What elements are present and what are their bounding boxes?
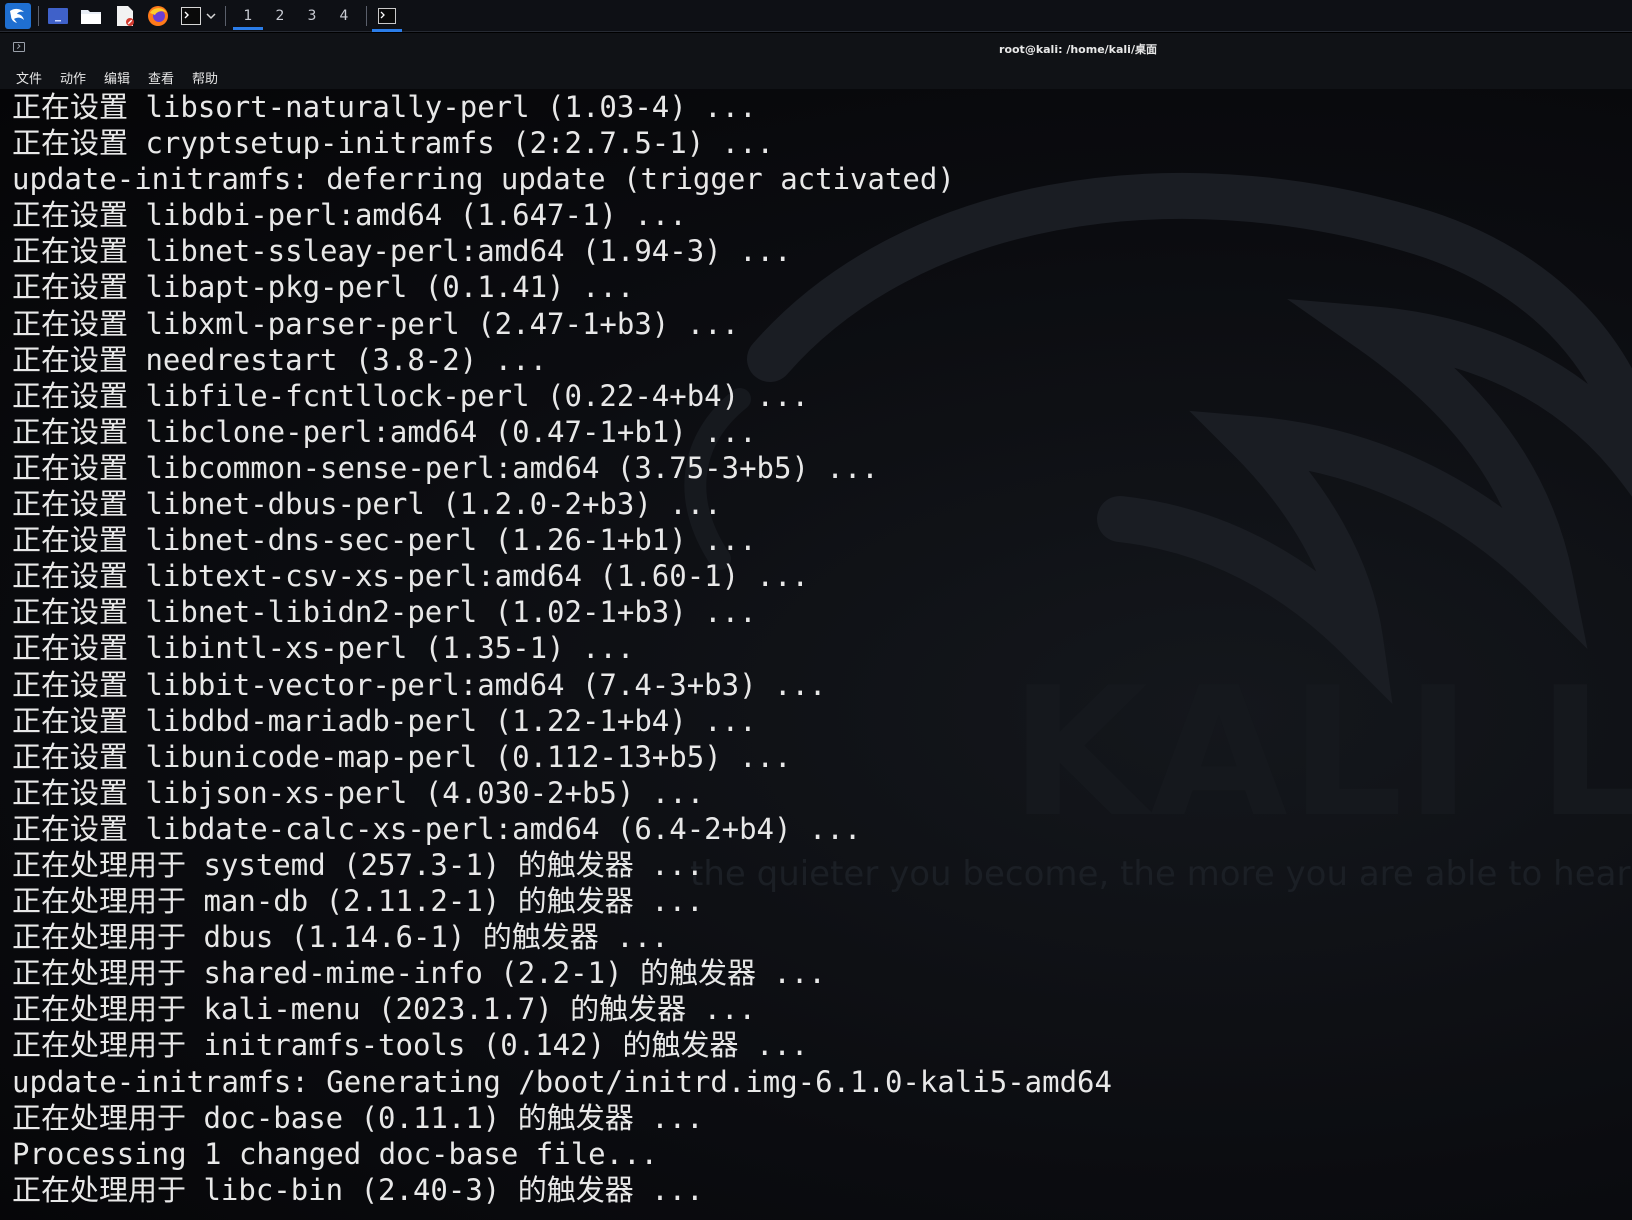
terminal-icon: [181, 7, 201, 25]
text-editor-button[interactable]: [113, 3, 137, 29]
terminal-line: 正在设置 libnet-ssleay-perl:amd64 (1.94-3) .…: [12, 234, 792, 269]
terminal-line: update-initramfs: Generating /boot/initr…: [12, 1064, 1112, 1099]
menu-file[interactable]: 文件: [16, 68, 42, 87]
terminal-launcher-button[interactable]: [180, 3, 202, 29]
terminal-line: 正在处理用于 kali-menu (2023.1.7) 的触发器 ...: [12, 992, 756, 1027]
file-manager-icon: [81, 10, 101, 24]
terminal-line: 正在设置 libnet-libidn2-perl (1.02-1+b3) ...: [12, 595, 757, 630]
menu-bar: 文件 动作 编辑 查看 帮助: [0, 63, 1632, 89]
show-desktop-button[interactable]: [46, 3, 70, 29]
desktop-icon: [48, 8, 68, 24]
terminal-line: 正在设置 libunicode-map-perl (0.112-13+b5) .…: [12, 739, 792, 774]
workspace-4[interactable]: 4: [329, 2, 359, 30]
terminal-line: 正在设置 libcommon-sense-perl:amd64 (3.75-3+…: [12, 450, 879, 485]
firefox-button[interactable]: [146, 3, 170, 29]
menu-view[interactable]: 查看: [148, 68, 174, 87]
menu-actions[interactable]: 动作: [60, 68, 86, 87]
terminal-icon: [378, 8, 396, 24]
terminal-lines: 正在设置 libsort-naturally-perl (1.03-4) ...…: [12, 89, 1112, 1208]
workspace-2[interactable]: 2: [265, 2, 295, 30]
terminal-line: 正在设置 libapt-pkg-perl (0.1.41) ...: [12, 270, 635, 305]
terminal-line: 正在设置 libxml-parser-perl (2.47-1+b3) ...: [12, 306, 740, 341]
terminal-line: 正在设置 libjson-xs-perl (4.030-2+b5) ...: [12, 775, 705, 810]
window-title: root@kali: /home/kali/桌面: [999, 43, 1157, 56]
taskbar: 1 2 3 4: [0, 0, 1632, 32]
terminal-line: 正在处理用于 libc-bin (2.40-3) 的触发器 ...: [12, 1172, 704, 1207]
menu-edit[interactable]: 编辑: [104, 68, 130, 87]
terminal-line: 正在处理用于 man-db (2.11.2-1) 的触发器 ...: [12, 884, 704, 919]
terminal-line: 正在设置 libclone-perl:amd64 (0.47-1+b1) ...: [12, 414, 757, 449]
terminal-line: 正在设置 libdbd-mariadb-perl (1.22-1+b4) ...: [12, 703, 757, 738]
kali-menu-icon: [5, 3, 31, 29]
chevron-down-icon: [206, 13, 216, 20]
terminal-line: update-initramfs: deferring update (trig…: [12, 162, 955, 197]
terminal-line: 正在设置 needrestart (3.8-2) ...: [12, 342, 548, 377]
text-editor-icon: [117, 6, 134, 26]
terminal-line: 正在设置 libnet-dns-sec-perl (1.26-1+b1) ...: [12, 523, 757, 558]
file-manager-button[interactable]: [79, 3, 103, 29]
terminal-line: 正在处理用于 shared-mime-info (2.2-1) 的触发器 ...: [12, 956, 826, 991]
terminal-line: 正在设置 libsort-naturally-perl (1.03-4) ...: [12, 90, 757, 124]
kali-menu-button[interactable]: [4, 3, 32, 29]
terminal-line: 正在设置 libtext-csv-xs-perl:amd64 (1.60-1) …: [12, 559, 809, 594]
terminal-line: 正在设置 libnet-dbus-perl (1.2.0-2+b3) ...: [12, 487, 722, 522]
terminal-line: 正在设置 cryptsetup-initramfs (2:2.7.5-1) ..…: [12, 126, 775, 161]
firefox-icon: [148, 6, 168, 26]
terminal-line: 正在处理用于 dbus (1.14.6-1) 的触发器 ...: [12, 920, 669, 955]
menu-help[interactable]: 帮助: [192, 68, 218, 87]
terminal-line: 正在设置 libintl-xs-perl (1.35-1) ...: [12, 631, 635, 666]
terminal-line: 正在设置 libbit-vector-perl:amd64 (7.4-3+b3)…: [12, 667, 827, 702]
terminal-line: 正在设置 libdbi-perl:amd64 (1.647-1) ...: [12, 198, 687, 233]
task-terminal-window[interactable]: [372, 3, 402, 32]
terminal-line: 正在处理用于 doc-base (0.11.1) 的触发器 ...: [12, 1100, 704, 1135]
terminal-line: 正在设置 libfile-fcntllock-perl (0.22-4+b4) …: [12, 378, 809, 413]
terminal-line: 正在设置 libdate-calc-xs-perl:amd64 (6.4-2+b…: [12, 811, 862, 846]
terminal-line: 正在处理用于 initramfs-tools (0.142) 的触发器 ...: [12, 1028, 809, 1063]
workspace-3[interactable]: 3: [297, 2, 327, 30]
terminal-output-area[interactable]: KALI LINUX the quieter you become, the m…: [0, 89, 1632, 1220]
terminal-line: Processing 1 changed doc-base file...: [12, 1136, 659, 1171]
terminal-line: 正在处理用于 systemd (257.3-1) 的触发器 ...: [12, 847, 704, 882]
launcher-dropdown-button[interactable]: [204, 3, 218, 29]
workspace-1[interactable]: 1: [233, 2, 263, 30]
window-titlebar[interactable]: root@kali: /home/kali/桌面: [0, 33, 1632, 63]
